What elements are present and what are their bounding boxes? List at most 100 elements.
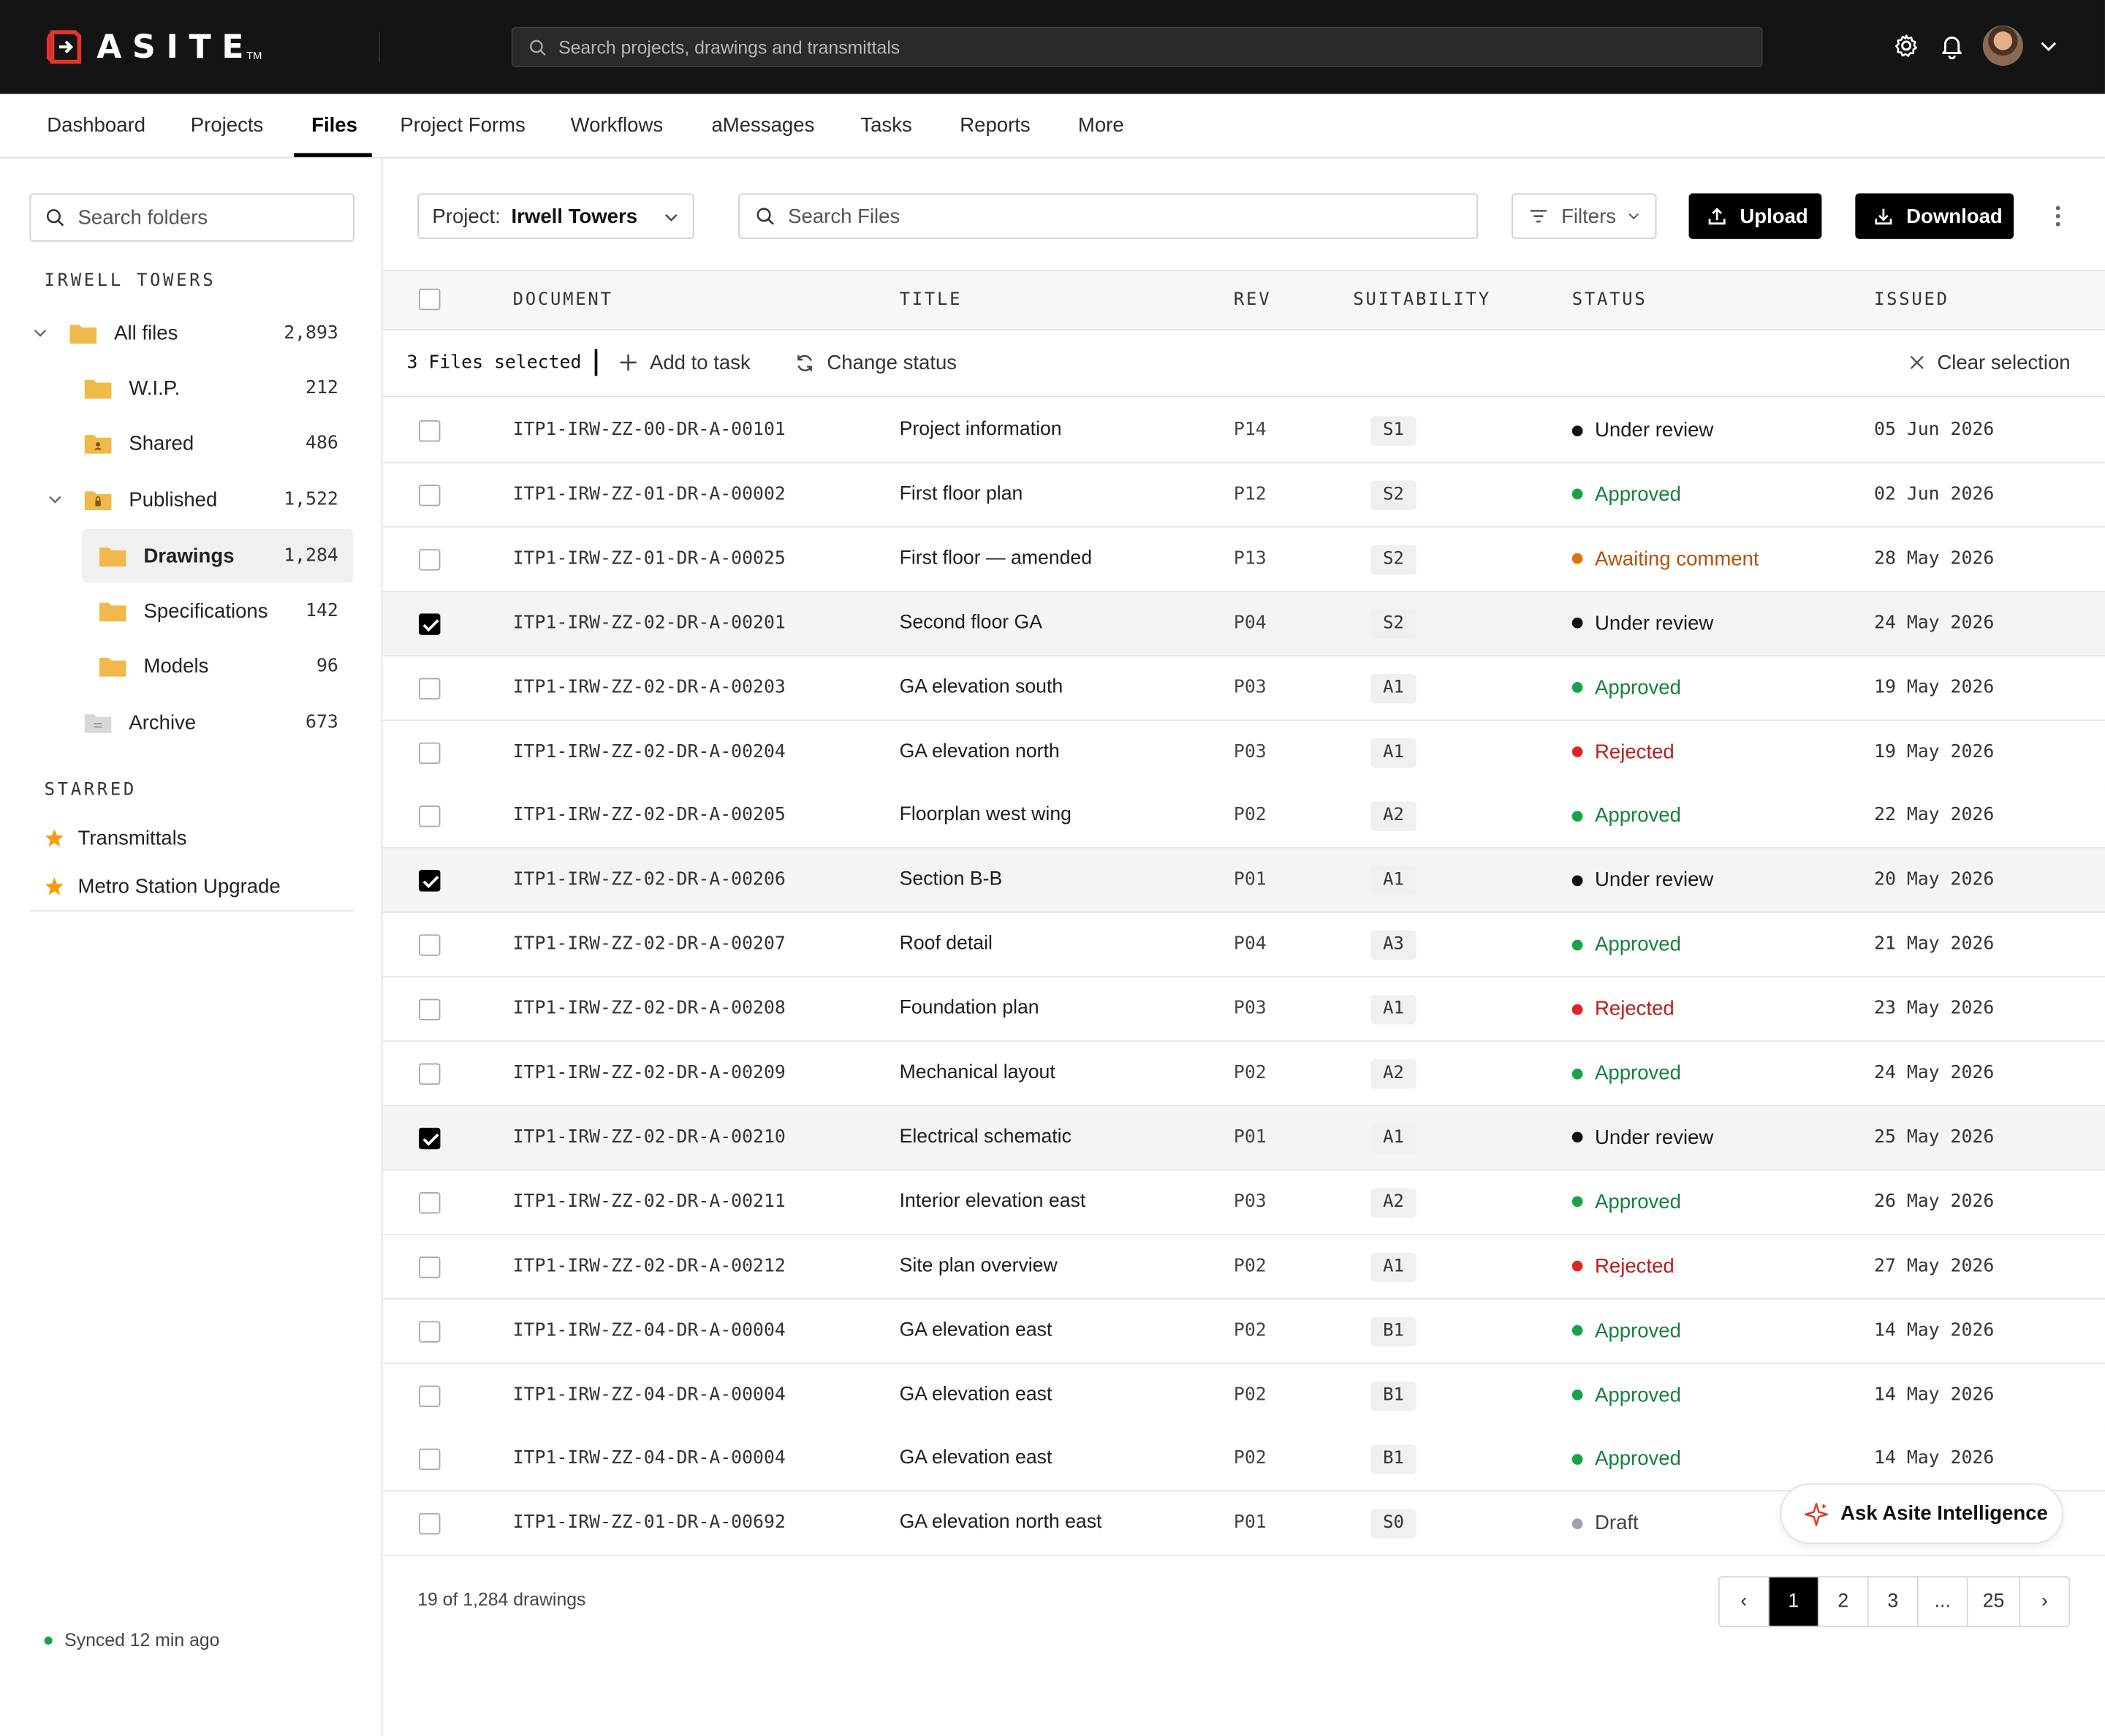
tree-item-specifications[interactable]: Specifications 142 [29, 587, 353, 635]
document-number[interactable]: ITP1-IRW-ZZ-02-DR-A-00212 [513, 1235, 786, 1297]
table-row[interactable]: ITP1-IRW-ZZ-02-DR-A-00207 Roof detail P04 A… [382, 913, 2105, 978]
row-checkbox[interactable] [419, 1127, 441, 1150]
document-number[interactable]: ITP1-IRW-ZZ-01-DR-A-00025 [513, 527, 786, 590]
document-title[interactable]: Interior elevation east [900, 1170, 1086, 1233]
nav-workflows[interactable]: Workflows [571, 94, 664, 157]
chevron-down-icon[interactable] [47, 491, 63, 507]
document-number[interactable]: ITP1-IRW-ZZ-02-DR-A-00205 [513, 784, 786, 847]
global-search-input[interactable]: Search projects, drawings and transmitta… [511, 26, 1763, 67]
document-number[interactable]: ITP1-IRW-ZZ-01-DR-A-00692 [513, 1492, 786, 1555]
table-row[interactable]: ITP1-IRW-ZZ-00-DR-A-00101 Project informa… [382, 398, 2105, 463]
bell-icon[interactable] [1938, 32, 1965, 59]
page-prev-button[interactable]: ‹ [1720, 1577, 1770, 1626]
nav-reports[interactable]: Reports [960, 94, 1030, 157]
document-title[interactable]: Foundation plan [900, 977, 1039, 1040]
table-row[interactable]: ITP1-IRW-ZZ-01-DR-A-00002 First floor pla… [382, 463, 2105, 528]
page-2-button[interactable]: 2 [1819, 1577, 1869, 1626]
document-title[interactable]: GA elevation east [900, 1299, 1052, 1362]
tree-item-published[interactable]: Published 1,522 [29, 475, 353, 523]
page-next-button[interactable]: › [2020, 1577, 2068, 1626]
clear-selection-button[interactable]: Clear selection [1909, 329, 2071, 396]
tree-item-drawings[interactable]: Drawings 1,284 [29, 531, 353, 580]
nav-amessages[interactable]: aMessages [711, 94, 814, 157]
document-number[interactable]: ITP1-IRW-ZZ-04-DR-A-00004 [513, 1299, 786, 1362]
row-checkbox[interactable] [419, 677, 441, 700]
select-all-checkbox[interactable] [419, 288, 441, 311]
row-checkbox[interactable] [419, 1384, 441, 1406]
nav-project-forms[interactable]: Project Forms [400, 94, 525, 157]
document-number[interactable]: ITP1-IRW-ZZ-02-DR-A-00203 [513, 656, 786, 719]
row-checkbox[interactable] [419, 806, 441, 828]
row-checkbox[interactable] [419, 934, 441, 957]
page-3-button[interactable]: 3 [1869, 1577, 1919, 1626]
document-title[interactable]: Section B-B [900, 849, 1003, 911]
project-selector[interactable]: Project: Irwell Towers [417, 193, 694, 239]
folder-search-input[interactable]: Search folders [29, 193, 354, 242]
document-number[interactable]: ITP1-IRW-ZZ-02-DR-A-00209 [513, 1042, 786, 1104]
download-button[interactable]: Download [1855, 193, 2014, 239]
column-document[interactable]: DOCUMENT [513, 271, 613, 329]
tree-item-all-files[interactable]: All files 2,893 [29, 308, 353, 357]
document-number[interactable]: ITP1-IRW-ZZ-02-DR-A-00211 [513, 1170, 786, 1233]
row-checkbox[interactable] [419, 741, 441, 764]
document-number[interactable]: ITP1-IRW-ZZ-02-DR-A-00201 [513, 591, 786, 654]
row-checkbox[interactable] [419, 998, 441, 1021]
file-search-input[interactable]: Search Files [738, 193, 1479, 239]
row-checkbox[interactable] [419, 1063, 441, 1085]
row-checkbox[interactable] [419, 1320, 441, 1342]
nav-dashboard[interactable]: Dashboard [47, 94, 145, 157]
page-1-button[interactable]: 1 [1769, 1577, 1819, 1626]
change-status-button[interactable]: Change status [794, 329, 957, 396]
row-checkbox[interactable] [419, 1191, 441, 1214]
more-options-icon[interactable] [2054, 204, 2062, 228]
document-title[interactable]: GA elevation north east [900, 1492, 1102, 1555]
add-to-task-button[interactable]: Add to task [619, 329, 751, 396]
user-avatar[interactable] [1982, 25, 2023, 66]
upload-button[interactable]: Upload [1688, 193, 1822, 239]
table-row[interactable]: ITP1-IRW-ZZ-02-DR-A-00203 GA elevation so… [382, 656, 2105, 721]
document-title[interactable]: First floor — amended [900, 527, 1092, 590]
document-title[interactable]: GA elevation east [900, 1428, 1052, 1490]
table-row[interactable]: ITP1-IRW-ZZ-02-DR-A-00211 Interior elevat… [382, 1170, 2105, 1235]
column-status[interactable]: STATUS [1572, 271, 1647, 329]
document-title[interactable]: Second floor GA [900, 591, 1042, 654]
tree-item-archive[interactable]: Archive 673 [29, 698, 353, 746]
starred-item-metro-station[interactable]: Metro Station Upgrade [45, 870, 281, 902]
document-title[interactable]: Project information [900, 398, 1062, 461]
document-number[interactable]: ITP1-IRW-ZZ-01-DR-A-00002 [513, 463, 786, 526]
table-row[interactable]: ITP1-IRW-ZZ-02-DR-A-00204 GA elevation no… [382, 720, 2105, 785]
document-number[interactable]: ITP1-IRW-ZZ-04-DR-A-00004 [513, 1363, 786, 1426]
column-rev[interactable]: REV [1234, 271, 1271, 329]
tree-item-models[interactable]: Models 96 [29, 642, 353, 690]
document-title[interactable]: GA elevation south [900, 656, 1063, 719]
tree-item-shared[interactable]: Shared 486 [29, 419, 353, 467]
nav-tasks[interactable]: Tasks [860, 94, 911, 157]
starred-item-transmittals[interactable]: Transmittals [45, 822, 187, 854]
ask-asite-intelligence-button[interactable]: Ask Asite Intelligence [1780, 1483, 2064, 1544]
asite-logo[interactable]: ASITE TM [45, 27, 262, 67]
filters-button[interactable]: Filters [1512, 193, 1657, 239]
table-row[interactable]: ITP1-IRW-ZZ-01-DR-A-00025 First floor — a… [382, 527, 2105, 592]
table-row[interactable]: ITP1-IRW-ZZ-02-DR-A-00201 Second floor GA… [382, 591, 2105, 656]
document-title[interactable]: GA elevation east [900, 1363, 1052, 1426]
table-row[interactable]: ITP1-IRW-ZZ-02-DR-A-00208 Foundation plan… [382, 977, 2105, 1042]
document-number[interactable]: ITP1-IRW-ZZ-02-DR-A-00204 [513, 720, 786, 783]
gear-icon[interactable] [1893, 32, 1920, 59]
row-checkbox[interactable] [419, 1449, 441, 1471]
document-number[interactable]: ITP1-IRW-ZZ-02-DR-A-00208 [513, 977, 786, 1040]
document-title[interactable]: First floor plan [900, 463, 1023, 526]
row-checkbox[interactable] [419, 870, 441, 892]
document-title[interactable]: Roof detail [900, 913, 993, 976]
column-title[interactable]: TITLE [900, 271, 963, 329]
row-checkbox[interactable] [419, 613, 441, 635]
nav-more[interactable]: More [1078, 94, 1124, 157]
tree-item-wip[interactable]: W.I.P. 212 [29, 364, 353, 412]
table-row[interactable]: ITP1-IRW-ZZ-02-DR-A-00212 Site plan overv… [382, 1235, 2105, 1300]
column-issued[interactable]: ISSUED [1874, 271, 1949, 329]
nav-files[interactable]: Files [311, 94, 357, 157]
table-row[interactable]: ITP1-IRW-ZZ-04-DR-A-00004 GA elevation ea… [382, 1299, 2105, 1364]
document-number[interactable]: ITP1-IRW-ZZ-04-DR-A-00004 [513, 1428, 786, 1490]
table-row[interactable]: ITP1-IRW-ZZ-04-DR-A-00004 GA elevation ea… [382, 1428, 2105, 1493]
table-row[interactable]: ITP1-IRW-ZZ-02-DR-A-00209 Mechanical layo… [382, 1042, 2105, 1107]
table-row[interactable]: ITP1-IRW-ZZ-02-DR-A-00205 Floorplan west … [382, 784, 2105, 849]
